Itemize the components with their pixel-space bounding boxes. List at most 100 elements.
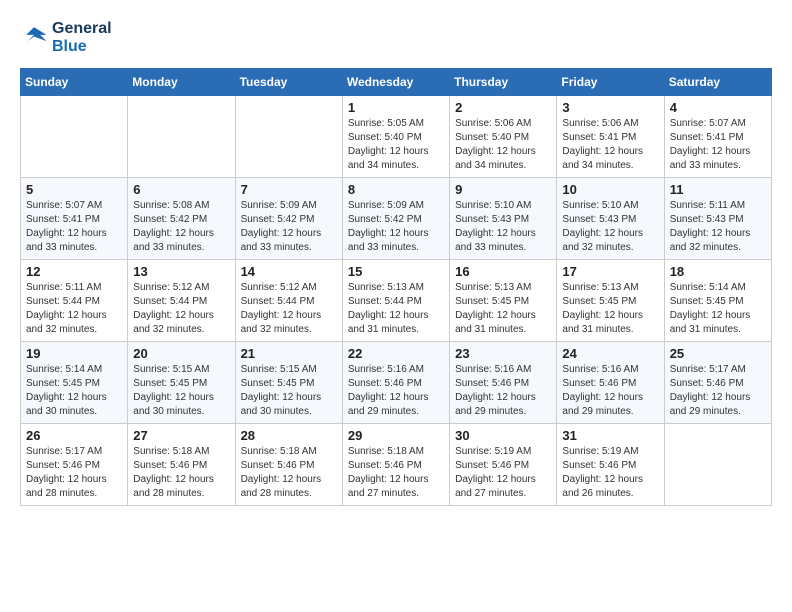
day-number: 9	[455, 182, 551, 197]
day-number: 3	[562, 100, 658, 115]
day-number: 30	[455, 428, 551, 443]
day-number: 18	[670, 264, 766, 279]
day-detail: Sunrise: 5:09 AM Sunset: 5:42 PM Dayligh…	[241, 199, 337, 255]
day-detail: Sunrise: 5:16 AM Sunset: 5:46 PM Dayligh…	[455, 363, 551, 419]
calendar-cell: 14 Sunrise: 5:12 AM Sunset: 5:44 PM Dayli…	[235, 260, 342, 342]
page-header: General Blue	[20, 20, 772, 56]
day-number: 14	[241, 264, 337, 279]
calendar-cell: 24 Sunrise: 5:16 AM Sunset: 5:46 PM Dayli…	[557, 342, 664, 424]
day-number: 22	[348, 346, 444, 361]
calendar-week-row: 19 Sunrise: 5:14 AM Sunset: 5:45 PM Dayli…	[21, 342, 772, 424]
calendar-cell: 13 Sunrise: 5:12 AM Sunset: 5:44 PM Dayli…	[128, 260, 235, 342]
day-detail: Sunrise: 5:12 AM Sunset: 5:44 PM Dayligh…	[241, 281, 337, 337]
day-number: 26	[26, 428, 122, 443]
weekday-header-friday: Friday	[557, 69, 664, 96]
day-number: 29	[348, 428, 444, 443]
calendar-cell: 4Sunrise: 5:07 AM Sunset: 5:41 PM Daylig…	[664, 96, 771, 178]
day-detail: Sunrise: 5:10 AM Sunset: 5:43 PM Dayligh…	[562, 199, 658, 255]
logo: General Blue	[20, 20, 112, 56]
day-number: 15	[348, 264, 444, 279]
calendar-cell: 23 Sunrise: 5:16 AM Sunset: 5:46 PM Dayli…	[450, 342, 557, 424]
day-number: 20	[133, 346, 229, 361]
weekday-header-wednesday: Wednesday	[342, 69, 449, 96]
day-detail: Sunrise: 5:15 AM Sunset: 5:45 PM Dayligh…	[241, 363, 337, 419]
calendar-cell: 3 Sunrise: 5:06 AM Sunset: 5:41 PM Daylig…	[557, 96, 664, 178]
day-number: 19	[26, 346, 122, 361]
day-number: 2	[455, 100, 551, 115]
calendar-cell: 7 Sunrise: 5:09 AM Sunset: 5:42 PM Daylig…	[235, 178, 342, 260]
day-number: 13	[133, 264, 229, 279]
calendar-cell: 6Sunrise: 5:08 AM Sunset: 5:42 PM Daylig…	[128, 178, 235, 260]
day-detail: Sunrise: 5:19 AM Sunset: 5:46 PM Dayligh…	[455, 445, 551, 501]
day-detail: Sunrise: 5:08 AM Sunset: 5:42 PM Dayligh…	[133, 199, 229, 255]
day-detail: Sunrise: 5:12 AM Sunset: 5:44 PM Dayligh…	[133, 281, 229, 337]
calendar-cell: 26 Sunrise: 5:17 AM Sunset: 5:46 PM Dayli…	[21, 424, 128, 506]
day-detail: Sunrise: 5:09 AM Sunset: 5:42 PM Dayligh…	[348, 199, 444, 255]
calendar-cell: 16 Sunrise: 5:13 AM Sunset: 5:45 PM Dayli…	[450, 260, 557, 342]
calendar-cell: 1Sunrise: 5:05 AM Sunset: 5:40 PM Daylig…	[342, 96, 449, 178]
day-number: 4	[670, 100, 766, 115]
day-detail: Sunrise: 5:06 AM Sunset: 5:40 PM Dayligh…	[455, 117, 551, 173]
calendar-cell: 25Sunrise: 5:17 AM Sunset: 5:46 PM Dayli…	[664, 342, 771, 424]
calendar-cell: 20 Sunrise: 5:15 AM Sunset: 5:45 PM Dayli…	[128, 342, 235, 424]
weekday-header-saturday: Saturday	[664, 69, 771, 96]
calendar-header-row: SundayMondayTuesdayWednesdayThursdayFrid…	[21, 69, 772, 96]
day-number: 17	[562, 264, 658, 279]
day-detail: Sunrise: 5:14 AM Sunset: 5:45 PM Dayligh…	[26, 363, 122, 419]
day-number: 24	[562, 346, 658, 361]
calendar-cell	[128, 96, 235, 178]
logo-blue: Blue	[52, 38, 112, 56]
calendar-cell: 8Sunrise: 5:09 AM Sunset: 5:42 PM Daylig…	[342, 178, 449, 260]
day-detail: Sunrise: 5:11 AM Sunset: 5:44 PM Dayligh…	[26, 281, 122, 337]
day-detail: Sunrise: 5:16 AM Sunset: 5:46 PM Dayligh…	[562, 363, 658, 419]
day-number: 21	[241, 346, 337, 361]
day-detail: Sunrise: 5:11 AM Sunset: 5:43 PM Dayligh…	[670, 199, 766, 255]
day-number: 31	[562, 428, 658, 443]
calendar-cell	[664, 424, 771, 506]
day-number: 25	[670, 346, 766, 361]
calendar-cell: 12 Sunrise: 5:11 AM Sunset: 5:44 PM Dayli…	[21, 260, 128, 342]
day-number: 23	[455, 346, 551, 361]
day-detail: Sunrise: 5:17 AM Sunset: 5:46 PM Dayligh…	[26, 445, 122, 501]
calendar-cell	[21, 96, 128, 178]
logo-icon	[20, 24, 48, 52]
day-number: 27	[133, 428, 229, 443]
calendar-week-row: 5Sunrise: 5:07 AM Sunset: 5:41 PM Daylig…	[21, 178, 772, 260]
calendar-cell: 27 Sunrise: 5:18 AM Sunset: 5:46 PM Dayli…	[128, 424, 235, 506]
day-number: 12	[26, 264, 122, 279]
calendar-cell: 18 Sunrise: 5:14 AM Sunset: 5:45 PM Dayli…	[664, 260, 771, 342]
day-detail: Sunrise: 5:14 AM Sunset: 5:45 PM Dayligh…	[670, 281, 766, 337]
day-number: 1	[348, 100, 444, 115]
calendar-cell: 15Sunrise: 5:13 AM Sunset: 5:44 PM Dayli…	[342, 260, 449, 342]
calendar-cell: 17 Sunrise: 5:13 AM Sunset: 5:45 PM Dayli…	[557, 260, 664, 342]
calendar-week-row: 1Sunrise: 5:05 AM Sunset: 5:40 PM Daylig…	[21, 96, 772, 178]
day-number: 28	[241, 428, 337, 443]
day-detail: Sunrise: 5:18 AM Sunset: 5:46 PM Dayligh…	[133, 445, 229, 501]
calendar-cell: 30 Sunrise: 5:19 AM Sunset: 5:46 PM Dayli…	[450, 424, 557, 506]
weekday-header-monday: Monday	[128, 69, 235, 96]
logo-general: General	[52, 20, 112, 38]
day-number: 10	[562, 182, 658, 197]
day-detail: Sunrise: 5:19 AM Sunset: 5:46 PM Dayligh…	[562, 445, 658, 501]
calendar-cell: 2 Sunrise: 5:06 AM Sunset: 5:40 PM Daylig…	[450, 96, 557, 178]
day-detail: Sunrise: 5:13 AM Sunset: 5:45 PM Dayligh…	[455, 281, 551, 337]
calendar-cell	[235, 96, 342, 178]
day-detail: Sunrise: 5:10 AM Sunset: 5:43 PM Dayligh…	[455, 199, 551, 255]
weekday-header-sunday: Sunday	[21, 69, 128, 96]
day-number: 5	[26, 182, 122, 197]
day-detail: Sunrise: 5:13 AM Sunset: 5:45 PM Dayligh…	[562, 281, 658, 337]
calendar-cell: 21 Sunrise: 5:15 AM Sunset: 5:45 PM Dayli…	[235, 342, 342, 424]
calendar-week-row: 26 Sunrise: 5:17 AM Sunset: 5:46 PM Dayli…	[21, 424, 772, 506]
weekday-header-thursday: Thursday	[450, 69, 557, 96]
calendar-cell: 9 Sunrise: 5:10 AM Sunset: 5:43 PM Daylig…	[450, 178, 557, 260]
day-detail: Sunrise: 5:15 AM Sunset: 5:45 PM Dayligh…	[133, 363, 229, 419]
day-number: 7	[241, 182, 337, 197]
calendar-cell: 22Sunrise: 5:16 AM Sunset: 5:46 PM Dayli…	[342, 342, 449, 424]
calendar-table: SundayMondayTuesdayWednesdayThursdayFrid…	[20, 68, 772, 506]
calendar-cell: 19 Sunrise: 5:14 AM Sunset: 5:45 PM Dayli…	[21, 342, 128, 424]
day-detail: Sunrise: 5:18 AM Sunset: 5:46 PM Dayligh…	[241, 445, 337, 501]
day-number: 16	[455, 264, 551, 279]
calendar-week-row: 12 Sunrise: 5:11 AM Sunset: 5:44 PM Dayli…	[21, 260, 772, 342]
calendar-cell: 31 Sunrise: 5:19 AM Sunset: 5:46 PM Dayli…	[557, 424, 664, 506]
day-detail: Sunrise: 5:06 AM Sunset: 5:41 PM Dayligh…	[562, 117, 658, 173]
